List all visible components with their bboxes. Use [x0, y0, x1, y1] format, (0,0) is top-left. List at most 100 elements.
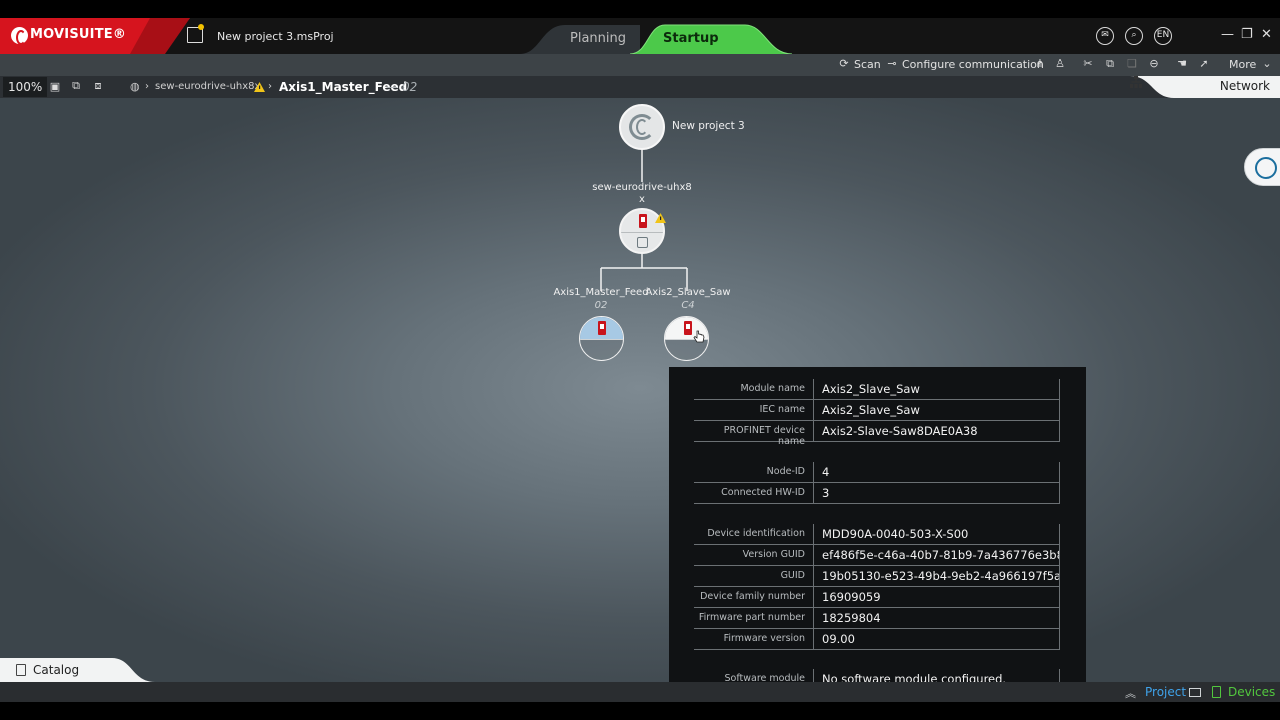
- configure-communication-button[interactable]: Configure communication: [902, 57, 1044, 73]
- tab-planning[interactable]: Planning: [570, 31, 626, 46]
- info-label: PROFINET device name: [723, 425, 805, 447]
- paste-icon[interactable]: ❏: [1125, 57, 1139, 71]
- drive-warning-icon: [655, 213, 666, 223]
- help-assistant-button[interactable]: [1244, 148, 1280, 186]
- warning-icon: [254, 82, 265, 92]
- devices-icon: [1212, 686, 1221, 698]
- axis1-node-label: Axis1_Master_Feed: [553, 287, 649, 298]
- info-label: Firmware part number: [698, 612, 805, 623]
- info-label: Node-ID: [766, 466, 805, 477]
- device-info-tooltip: Module name Axis2_Slave_Saw IEC name Axi…: [669, 367, 1086, 702]
- project-monitor-icon: [1189, 688, 1201, 697]
- catalog-tab[interactable]: Catalog: [0, 658, 155, 682]
- user-icon[interactable]: ♙: [1053, 57, 1067, 71]
- network-view-tab[interactable]: Network: [1130, 76, 1280, 98]
- project-file-icon[interactable]: [187, 24, 204, 43]
- expand-icon[interactable]: ⧉: [69, 79, 83, 93]
- info-row: Module name Axis2_Slave_Saw: [694, 379, 1060, 400]
- info-value: Axis2_Slave_Saw: [813, 400, 1060, 420]
- devices-view-button[interactable]: Devices: [1228, 685, 1275, 699]
- info-row: IEC name Axis2_Slave_Saw: [694, 400, 1060, 421]
- movisuite-window: MOVISUITE® New project 3.msProj Planning…: [0, 0, 1280, 720]
- mail-icon[interactable]: ✉: [1096, 27, 1114, 45]
- minimize-button[interactable]: —: [1221, 28, 1234, 42]
- axis1-node-id: 02: [594, 300, 608, 311]
- collapse-icon[interactable]: ⧈: [91, 79, 105, 93]
- tab-startup[interactable]: Startup: [663, 31, 719, 46]
- home-globe-icon[interactable]: ◍: [130, 79, 140, 95]
- chevron-up-icon[interactable]: ︽: [1125, 685, 1136, 701]
- hand-tool-icon[interactable]: ☚: [1175, 57, 1189, 71]
- info-row: Device identification MDD90A-0040-503-X-…: [694, 524, 1060, 545]
- info-value: Axis2-Slave-Saw8DAE0A38: [813, 421, 1060, 441]
- info-label: Device family number: [700, 591, 805, 602]
- info-value: ef486f5e-c46a-40b7-81b9-7a436776e3b8: [813, 545, 1060, 565]
- info-value: 19b05130-e523-49b4-9eb2-4a966197f5a8: [813, 566, 1060, 586]
- breadcrumb-separator: —: [386, 80, 398, 94]
- copy-icon[interactable]: ⧉: [1103, 57, 1117, 71]
- breadcrumb-device[interactable]: sew-eurodrive-uhx8x: [155, 79, 260, 95]
- info-label: IEC name: [759, 404, 805, 415]
- info-value: 3: [813, 483, 1060, 503]
- axis1-node[interactable]: [579, 316, 624, 361]
- pointer-tool-icon[interactable]: ➚: [1197, 57, 1211, 71]
- info-row: Connected HW-ID 3: [694, 483, 1060, 504]
- info-row: Device family number 16909059: [694, 587, 1060, 608]
- project-view-button[interactable]: Project: [1145, 685, 1186, 699]
- network-tool-icon[interactable]: ⋔: [1033, 57, 1047, 71]
- info-row: PROFINET device name Axis2-Slave-Saw8DAE…: [694, 421, 1060, 447]
- status-bar: [0, 682, 1280, 702]
- catalog-label: Catalog: [33, 663, 80, 677]
- sew-logo-icon: [11, 27, 28, 45]
- breadcrumb-current-id: 02: [402, 80, 418, 94]
- logo-text: MOVISUITE®: [30, 27, 127, 42]
- info-label: Firmware version: [723, 633, 805, 644]
- screen-bottom-bar: [0, 702, 1280, 720]
- drive-node-divider: [621, 232, 663, 233]
- info-row: Version GUID ef486f5e-c46a-40b7-81b9-7a4…: [694, 545, 1060, 566]
- info-row: GUID 19b05130-e523-49b4-9eb2-4a966197f5a…: [694, 566, 1060, 587]
- tab-shapes: [520, 24, 793, 54]
- network-tab-label: Network: [1219, 79, 1270, 93]
- info-label: Version GUID: [742, 549, 805, 560]
- axis-drive-icon: [598, 321, 606, 335]
- breadcrumb-chevron-icon: ›: [268, 81, 272, 92]
- movisuite-logo: MOVISUITE®: [0, 18, 190, 54]
- zoom-level[interactable]: 100%: [3, 77, 47, 97]
- remove-icon[interactable]: ⊖: [1147, 57, 1161, 71]
- project-node-label: New project 3: [672, 120, 745, 132]
- info-label: Module name: [740, 383, 805, 394]
- drive-node-label: sew-eurodrive-uhx8x: [592, 182, 692, 205]
- close-button[interactable]: ✕: [1261, 28, 1272, 42]
- info-row: Firmware version 09.00: [694, 629, 1060, 650]
- more-menu[interactable]: More: [1229, 57, 1256, 73]
- sync-icon: [637, 237, 648, 248]
- hand-cursor-icon: [693, 330, 705, 343]
- info-value: Axis2_Slave_Saw: [813, 379, 1060, 399]
- info-row: Node-ID 4: [694, 462, 1060, 483]
- axis2-node-id: C4: [681, 300, 695, 311]
- search-icon[interactable]: ⌕: [1125, 27, 1143, 45]
- info-value: MDD90A-0040-503-X-S00: [813, 524, 1060, 544]
- project-node[interactable]: [619, 104, 665, 150]
- info-label: Device identification: [707, 528, 805, 539]
- info-value: 4: [813, 462, 1060, 482]
- drive-icon: [639, 214, 647, 228]
- network-canvas[interactable]: New project 3 sew-eurodrive-uhx8x Axis1_…: [0, 98, 1280, 682]
- axis2-node-label: Axis2_Slave_Saw: [645, 287, 731, 298]
- restore-button[interactable]: ❐: [1241, 28, 1253, 42]
- fit-view-icon[interactable]: ▣: [48, 80, 62, 94]
- info-label: Connected HW-ID: [721, 487, 805, 498]
- breadcrumb-chevron-icon: ›: [145, 81, 149, 92]
- info-value: 16909059: [813, 587, 1060, 607]
- info-value: 18259804: [813, 608, 1060, 628]
- axis1-node-divider: [580, 339, 623, 340]
- info-label: GUID: [780, 570, 805, 581]
- project-logo-core: [636, 119, 648, 135]
- language-button[interactable]: EN: [1154, 27, 1172, 45]
- chevron-down-icon[interactable]: ⌄: [1260, 57, 1274, 71]
- cut-icon[interactable]: ✂: [1081, 57, 1095, 71]
- network-icon: [1130, 76, 1142, 88]
- catalog-book-icon: [16, 664, 26, 676]
- scan-button[interactable]: Scan: [854, 57, 881, 73]
